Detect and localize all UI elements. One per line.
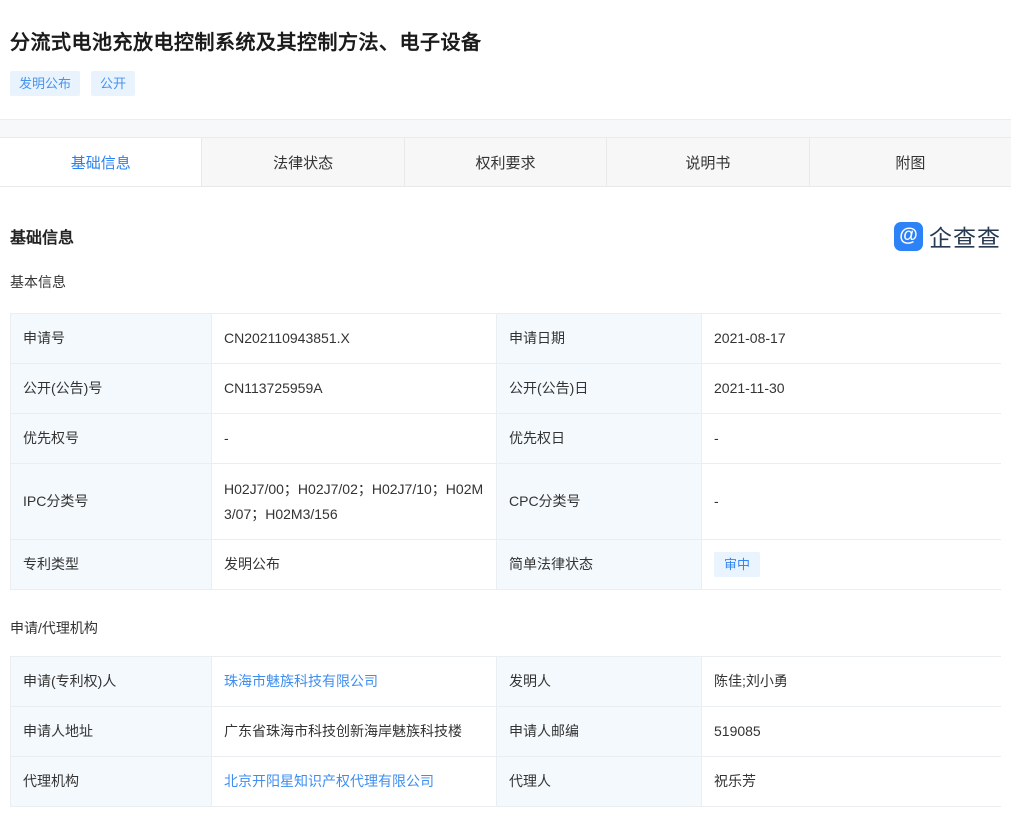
table-row: 代理机构 北京开阳星知识产权代理有限公司 代理人 祝乐芳 (11, 757, 1002, 807)
field-value: 2021-11-30 (702, 364, 1002, 414)
field-label: 申请号 (11, 314, 212, 364)
applicant-company-link[interactable]: 珠海市魅族科技有限公司 (224, 673, 378, 689)
status-badge: 审中 (714, 552, 760, 577)
table-row: 申请号 CN202110943851.X 申请日期 2021-08-17 (11, 314, 1002, 364)
field-label: 申请日期 (497, 314, 702, 364)
field-label: 简单法律状态 (497, 540, 702, 590)
field-value: CN202110943851.X (212, 314, 497, 364)
basic-info-heading: 基本信息 (10, 272, 1001, 292)
tab-basic-info[interactable]: 基础信息 (0, 138, 202, 186)
table-row: IPC分类号 H02J7/00；H02J7/02；H02J7/10；H02M3/… (11, 464, 1002, 540)
field-value: 广东省珠海市科技创新海岸魅族科技楼 (212, 707, 497, 757)
field-value: H02J7/00；H02J7/02；H02J7/10；H02M3/07；H02M… (212, 464, 497, 540)
field-value: 519085 (702, 707, 1002, 757)
patent-detail-page: 分流式电池充放电控制系统及其控制方法、电子设备 发明公布 公开 基础信息 法律状… (0, 26, 1011, 807)
publication-status-tag: 公开 (91, 71, 135, 96)
field-value: 祝乐芳 (702, 757, 1002, 807)
table-row: 申请(专利权)人 珠海市魅族科技有限公司 发明人 陈佳;刘小勇 (11, 657, 1002, 707)
table-row: 优先权号 - 优先权日 - (11, 414, 1002, 464)
agency-company-link[interactable]: 北京开阳星知识产权代理有限公司 (224, 773, 434, 789)
tab-description[interactable]: 说明书 (607, 138, 809, 186)
field-label: 优先权号 (11, 414, 212, 464)
field-value: - (212, 414, 497, 464)
field-label: 代理机构 (11, 757, 212, 807)
field-label: 公开(公告)日 (497, 364, 702, 414)
tab-legal-status[interactable]: 法律状态 (202, 138, 404, 186)
agency-heading: 申请/代理机构 (10, 618, 1001, 638)
patent-type-tag: 发明公布 (10, 71, 80, 96)
field-label: 申请(专利权)人 (11, 657, 212, 707)
section-title: 基础信息 (10, 224, 74, 248)
field-label: 优先权日 (497, 414, 702, 464)
field-value: 审中 (702, 540, 1002, 590)
field-label: 公开(公告)号 (11, 364, 212, 414)
field-value: 陈佳;刘小勇 (702, 657, 1002, 707)
field-label: 专利类型 (11, 540, 212, 590)
field-value: 珠海市魅族科技有限公司 (212, 657, 497, 707)
page-title: 分流式电池充放电控制系统及其控制方法、电子设备 (10, 26, 1001, 55)
qichacha-logo-text: 企查查 (929, 219, 1001, 253)
field-label: 代理人 (497, 757, 702, 807)
table-row: 申请人地址 广东省珠海市科技创新海岸魅族科技楼 申请人邮编 519085 (11, 707, 1002, 757)
field-value: - (702, 464, 1002, 540)
section-divider (0, 119, 1011, 138)
tag-row: 发明公布 公开 (10, 71, 1001, 96)
field-label: 申请人邮编 (497, 707, 702, 757)
tab-bar: 基础信息 法律状态 权利要求 说明书 附图 (0, 138, 1011, 187)
field-value: CN113725959A (212, 364, 497, 414)
field-value: 北京开阳星知识产权代理有限公司 (212, 757, 497, 807)
field-value: - (702, 414, 1002, 464)
basic-info-table: 申请号 CN202110943851.X 申请日期 2021-08-17 公开(… (10, 313, 1001, 590)
tab-drawings[interactable]: 附图 (810, 138, 1011, 186)
field-value: 发明公布 (212, 540, 497, 590)
field-value: 2021-08-17 (702, 314, 1002, 364)
field-label: 申请人地址 (11, 707, 212, 757)
table-row: 专利类型 发明公布 简单法律状态 审中 (11, 540, 1002, 590)
main-content: 基础信息 @ 企查查 基本信息 申请号 CN202110943851.X 申请日… (0, 221, 1011, 807)
agency-info-table: 申请(专利权)人 珠海市魅族科技有限公司 发明人 陈佳;刘小勇 申请人地址 广东… (10, 656, 1001, 807)
tab-claims[interactable]: 权利要求 (405, 138, 607, 186)
qichacha-logo: @ 企查查 (894, 219, 1001, 253)
table-row: 公开(公告)号 CN113725959A 公开(公告)日 2021-11-30 (11, 364, 1002, 414)
page-header: 分流式电池充放电控制系统及其控制方法、电子设备 发明公布 公开 (0, 26, 1011, 96)
section-header: 基础信息 @ 企查查 (10, 221, 1001, 251)
field-label: IPC分类号 (11, 464, 212, 540)
qichacha-logo-icon: @ (894, 222, 923, 251)
field-label: CPC分类号 (497, 464, 702, 540)
field-label: 发明人 (497, 657, 702, 707)
